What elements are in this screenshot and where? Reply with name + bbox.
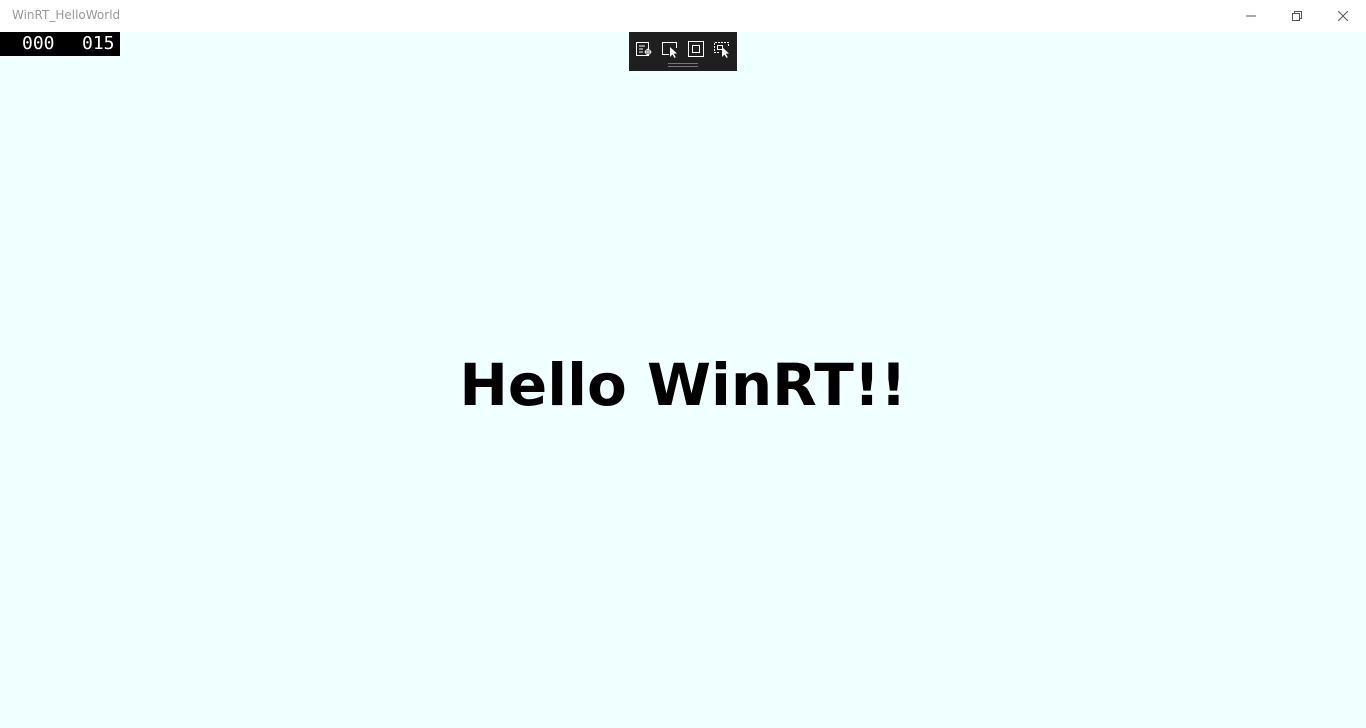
minimize-icon: [1246, 11, 1256, 21]
close-button[interactable]: [1320, 0, 1366, 32]
track-focused-element-icon: [713, 40, 731, 58]
live-visual-tree-icon: [635, 40, 653, 58]
live-visual-tree-button[interactable]: [634, 39, 654, 59]
hello-heading: Hello WinRT!!: [459, 351, 907, 419]
toolbar-drag-handle[interactable]: [668, 63, 698, 67]
display-layout-adorners-button[interactable]: [686, 39, 706, 59]
title-bar[interactable]: WinRT_HelloWorld: [0, 0, 1366, 32]
app-content: 000 015 Hello WinRT!!: [0, 32, 1366, 728]
frame-counter-right: 015: [82, 33, 115, 54]
close-icon: [1338, 11, 1348, 21]
select-element-button[interactable]: [660, 39, 680, 59]
app-window: WinRT_HelloWorld 000 015 Hello WinRT!!: [0, 0, 1366, 728]
frame-rate-counter: 000 015: [0, 32, 120, 56]
track-focused-element-button[interactable]: [712, 39, 732, 59]
display-layout-adorners-icon: [687, 40, 705, 58]
restore-button[interactable]: [1274, 0, 1320, 32]
window-title: WinRT_HelloWorld: [12, 8, 121, 22]
in-app-debug-toolbar: [629, 32, 737, 71]
select-element-icon: [661, 40, 679, 58]
restore-icon: [1292, 11, 1302, 21]
minimize-button[interactable]: [1228, 0, 1274, 32]
frame-counter-left: 000: [22, 33, 55, 54]
